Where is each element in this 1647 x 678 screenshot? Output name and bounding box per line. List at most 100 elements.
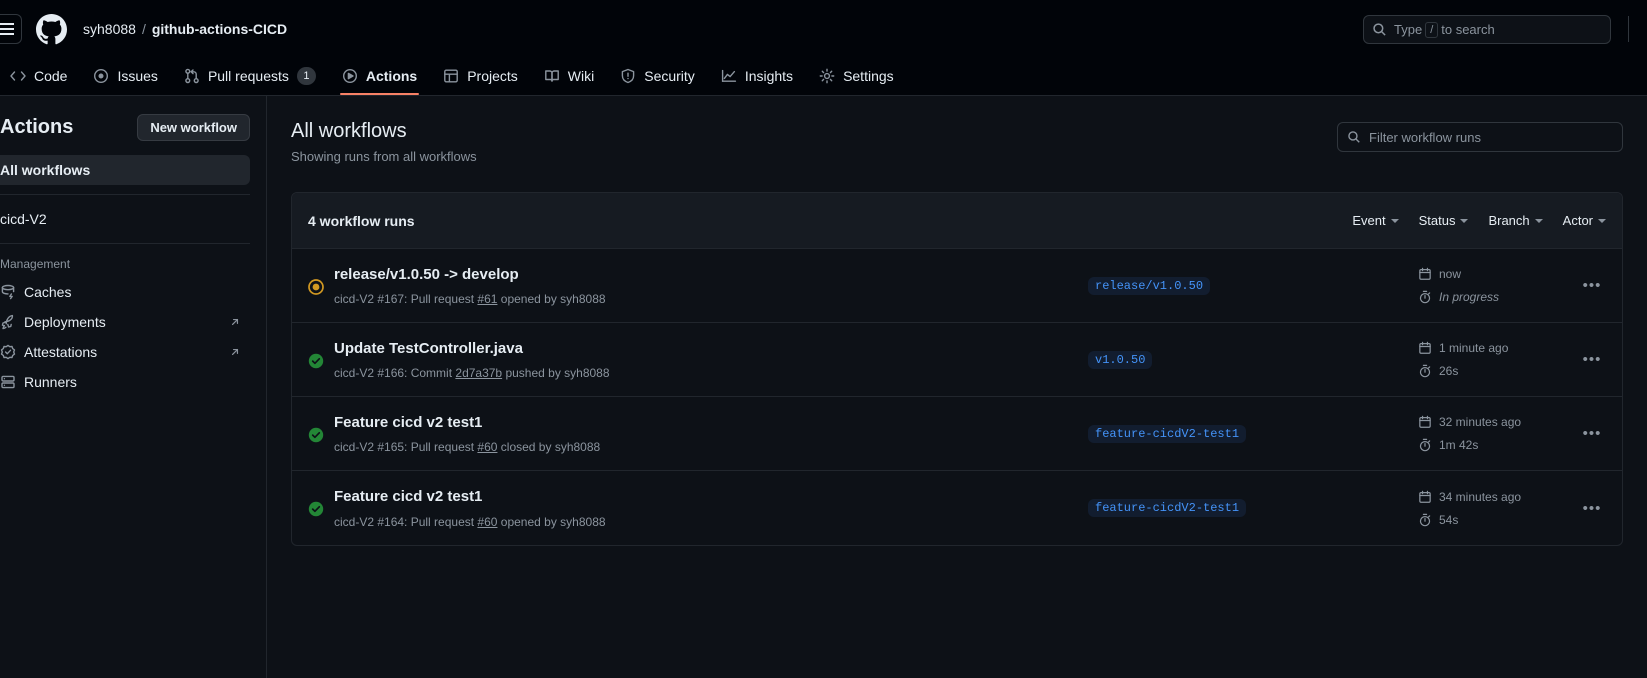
chevron-down-icon [1390,218,1399,223]
stopwatch-icon [1418,289,1432,305]
nav-tab-code[interactable]: Code [0,57,77,95]
run-meta-suffix: pushed by syh8088 [502,366,610,381]
page-body: Actions New workflow All workflows cicd-… [0,96,1647,678]
run-time-column: now In progress [1418,264,1578,307]
breadcrumb: syh8088 / github-actions-CICD [83,21,287,37]
cache-icon [0,284,16,300]
run-timestamp-label: 34 minutes ago [1439,489,1522,504]
run-title[interactable]: Feature cicd v2 test1 [334,413,1088,433]
breadcrumb-owner[interactable]: syh8088 [83,21,136,37]
nav-tab-settings[interactable]: Settings [809,57,904,95]
menu-icon[interactable] [0,14,22,44]
sidebar-title: Actions [0,116,74,138]
new-workflow-button[interactable]: New workflow [137,114,250,141]
workflow-run-row[interactable]: Feature cicd v2 test1 cicd-V2 #164: Pull… [292,471,1622,545]
run-timestamp: 32 minutes ago [1418,412,1578,432]
run-branch-column: v1.0.50 [1088,350,1418,369]
run-branch-tag[interactable]: feature-cicdV2-test1 [1088,499,1247,517]
nav-tab-pull-requests[interactable]: Pull requests 1 [174,57,326,95]
github-logo-icon[interactable] [36,13,67,45]
run-meta: cicd-V2 #164: Pull request #60 opened by… [334,515,1088,529]
sidebar-header: Actions New workflow [0,96,250,155]
graph-icon [721,68,737,84]
code-icon [10,68,26,84]
filter-placeholder: Filter workflow runs [1369,129,1481,145]
run-options-menu-button[interactable]: ••• [1578,277,1606,294]
search-placeholder-post: to search [1441,22,1495,37]
run-timestamp: 34 minutes ago [1418,487,1578,507]
run-options-menu-button[interactable]: ••• [1578,351,1606,368]
workflow-run-row[interactable]: Feature cicd v2 test1 cicd-V2 #165: Pull… [292,397,1622,471]
nav-tab-label: Code [34,68,68,84]
sidebar-item-all-workflows[interactable]: All workflows [0,155,250,185]
sidebar-divider-2 [0,243,250,244]
sidebar-section-management: Management [0,257,71,271]
filter-dropdown-event[interactable]: Event [1352,213,1399,228]
run-timestamp-label: 32 minutes ago [1439,415,1522,429]
run-title[interactable]: Update TestController.java [334,339,1088,359]
nav-tab-actions[interactable]: Actions [332,57,427,95]
sidebar-item-runners[interactable]: Runners [0,367,250,397]
run-meta-link[interactable]: 2d7a37b [455,366,502,380]
run-meta-link[interactable]: #61 [477,292,497,306]
nav-tab-issues[interactable]: Issues [83,57,167,95]
workflow-run-row[interactable]: release/v1.0.50 -> develop cicd-V2 #167:… [292,249,1622,323]
external-link-icon [228,314,242,330]
run-options-menu-button[interactable]: ••• [1578,500,1606,517]
filter-dropdown-label: Event [1352,213,1386,228]
filter-workflow-runs-input[interactable]: Filter workflow runs [1337,122,1623,152]
nav-tab-label: Issues [117,68,158,84]
sidebar-item-attestations[interactable]: Attestations [0,337,250,367]
run-meta-link[interactable]: #60 [477,515,497,529]
run-timestamp-label: now [1439,267,1462,281]
run-meta: cicd-V2 #167: Pull request #61 opened by… [334,292,1088,306]
search-icon [1347,130,1361,144]
run-duration-label: 1m 42s [1439,438,1479,452]
filter-dropdown-actor[interactable]: Actor [1563,213,1606,228]
run-time-column: 1 minute ago 26s [1418,338,1578,381]
nav-tab-label: Projects [467,68,518,84]
filter-dropdown-branch[interactable]: Branch [1488,213,1543,228]
sidebar-item-caches[interactable]: Caches [0,277,250,307]
nav-tab-wiki[interactable]: Wiki [534,57,604,95]
nav-tab-label: Insights [744,68,794,84]
nav-tab-security[interactable]: Security [610,57,705,95]
filter-dropdown-status[interactable]: Status [1419,213,1469,228]
run-time-column: 32 minutes ago 1m 42s [1418,412,1578,455]
run-meta-suffix: opened by syh8088 [497,514,606,529]
run-branch-tag[interactable]: v1.0.50 [1088,350,1153,369]
run-title[interactable]: release/v1.0.50 -> develop [334,265,1088,285]
run-meta-prefix: cicd-V2 #166: Commit [334,366,456,381]
global-header: syh8088 / github-actions-CICD Type / to … [0,0,1647,58]
run-duration: In progress [1418,287,1578,307]
calendar-icon [1418,340,1432,356]
global-search-input[interactable]: Type / to search [1363,15,1611,44]
run-branch-tag[interactable]: release/v1.0.50 [1088,276,1211,295]
run-meta-link[interactable]: #60 [477,440,497,454]
nav-tab-projects[interactable]: Projects [433,57,528,95]
search-placeholder-pre: Type [1394,22,1423,37]
nav-tab-label: Pull requests [207,68,289,84]
run-status-icon-success [308,425,334,443]
run-branch-column: feature-cicdV2-test1 [1088,424,1418,443]
sidebar-item-deployments[interactable]: Deployments [0,307,250,337]
server-icon [0,374,16,390]
breadcrumb-repo[interactable]: github-actions-CICD [152,21,287,37]
run-branch-tag[interactable]: feature-cicdV2-test1 [1088,424,1247,443]
run-options-menu-button[interactable]: ••• [1578,425,1606,442]
run-status-icon-in-progress [308,277,334,295]
stopwatch-icon [1418,512,1432,528]
sidebar-workflow-cicd-v2[interactable]: cicd-V2 [0,204,250,234]
run-meta-prefix: cicd-V2 #164: Pull request [334,514,478,529]
sidebar-item-label: cicd-V2 [0,211,47,227]
table-icon [443,68,459,84]
repository-nav: Code Issues Pull requests 1 Actions Projects W… [0,58,1647,96]
run-status-icon-success [308,351,334,369]
verified-icon [0,344,16,360]
run-branch-column: release/v1.0.50 [1088,276,1418,295]
calendar-icon [1418,414,1432,430]
sidebar-item-label: Runners [24,374,77,390]
run-title[interactable]: Feature cicd v2 test1 [334,487,1088,507]
nav-tab-insights[interactable]: Insights [711,57,803,95]
workflow-run-row[interactable]: Update TestController.java cicd-V2 #166:… [292,323,1622,397]
